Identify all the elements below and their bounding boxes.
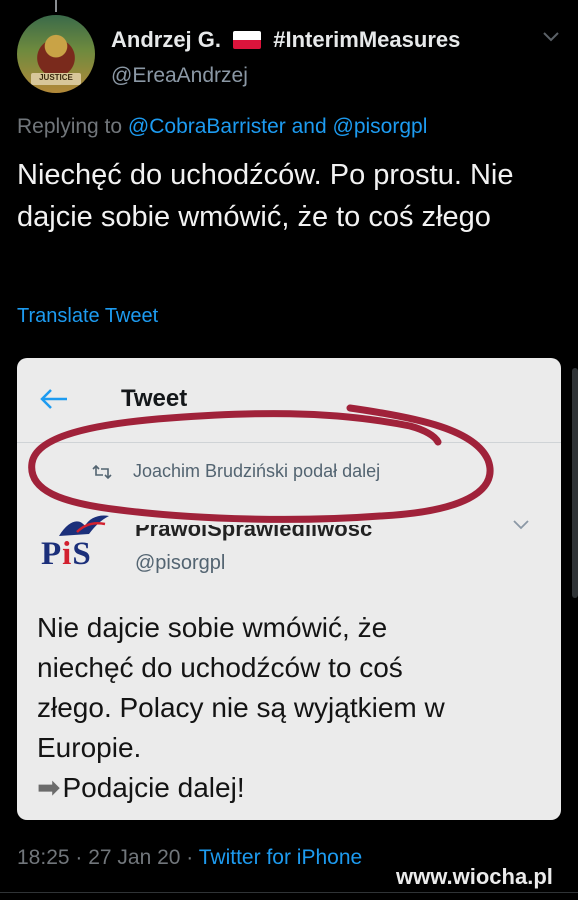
card-header-title: Tweet [121,385,188,412]
pis-logo: PiS [41,510,116,582]
reply-mention-1[interactable]: @CobraBarrister [128,115,286,138]
avatar-ribbon-text: JUSTICE [39,73,73,82]
author-display-name[interactable]: Andrzej G. #InterimMeasures [111,27,460,53]
embedded-author-handle: @pisorgpl [135,552,226,574]
tweet-timestamp[interactable]: 18:25 · 27 Jan 20 · [17,846,193,869]
chevron-down-icon[interactable] [541,30,561,44]
reply-and: and [291,115,327,138]
author-hashtag[interactable]: #InterimMeasures [273,27,460,52]
retweet-icon [92,464,112,480]
back-arrow-icon [40,389,67,409]
poland-flag-icon [233,31,262,49]
embedded-screenshot-card[interactable]: Tweet Joachim Brudziński podał dalej PiS… [17,358,561,820]
pis-logo-text: PiS [41,536,92,572]
tweet-source-link[interactable]: Twitter for iPhone [199,846,362,869]
author-name[interactable]: Andrzej G. [111,27,221,52]
call-to-action-line: ➡Podajcie dalej! [37,768,547,808]
right-arrow-icon: ➡ [37,772,61,803]
scroll-edge [572,368,578,598]
thread-connector-line [55,0,57,12]
reply-mention-2[interactable]: @pisorgpl [333,115,428,138]
embedded-tweet-text: Nie dajcie sobie wmówić, że niechęć do u… [37,608,547,808]
call-to-action-text: Podajcie dalej! [62,772,245,803]
tweet-text: Niechęć do uchodźców. Po prostu. Nie daj… [17,159,514,233]
footer-divider [0,892,578,893]
chevron-down-icon [513,520,529,530]
tweet-footer: 18:25 · 27 Jan 20 · Twitter for iPhone [17,846,362,870]
embedded-text-line: złego. Polacy nie są wyjątkiem w [37,692,445,723]
replying-to-line: Replying to @CobraBarrister and @pisorgp… [17,115,427,139]
author-handle[interactable]: @EreaAndrzej [111,64,248,88]
avatar[interactable]: JUSTICE [17,15,95,93]
watermark: www.wiocha.pl [396,864,553,889]
retweeted-by-text: Joachim Brudziński podał dalej [133,461,381,481]
replying-prefix: Replying to [17,115,123,138]
embedded-text-line: Nie dajcie sobie wmówić, że [37,612,388,643]
translate-tweet-link[interactable]: Translate Tweet [17,305,158,328]
embedded-text-line: niechęć do uchodźców to coś [37,652,403,683]
embedded-text-line: Europie. [37,732,142,763]
card-name-overlap [133,508,408,525]
card-divider [17,442,561,443]
